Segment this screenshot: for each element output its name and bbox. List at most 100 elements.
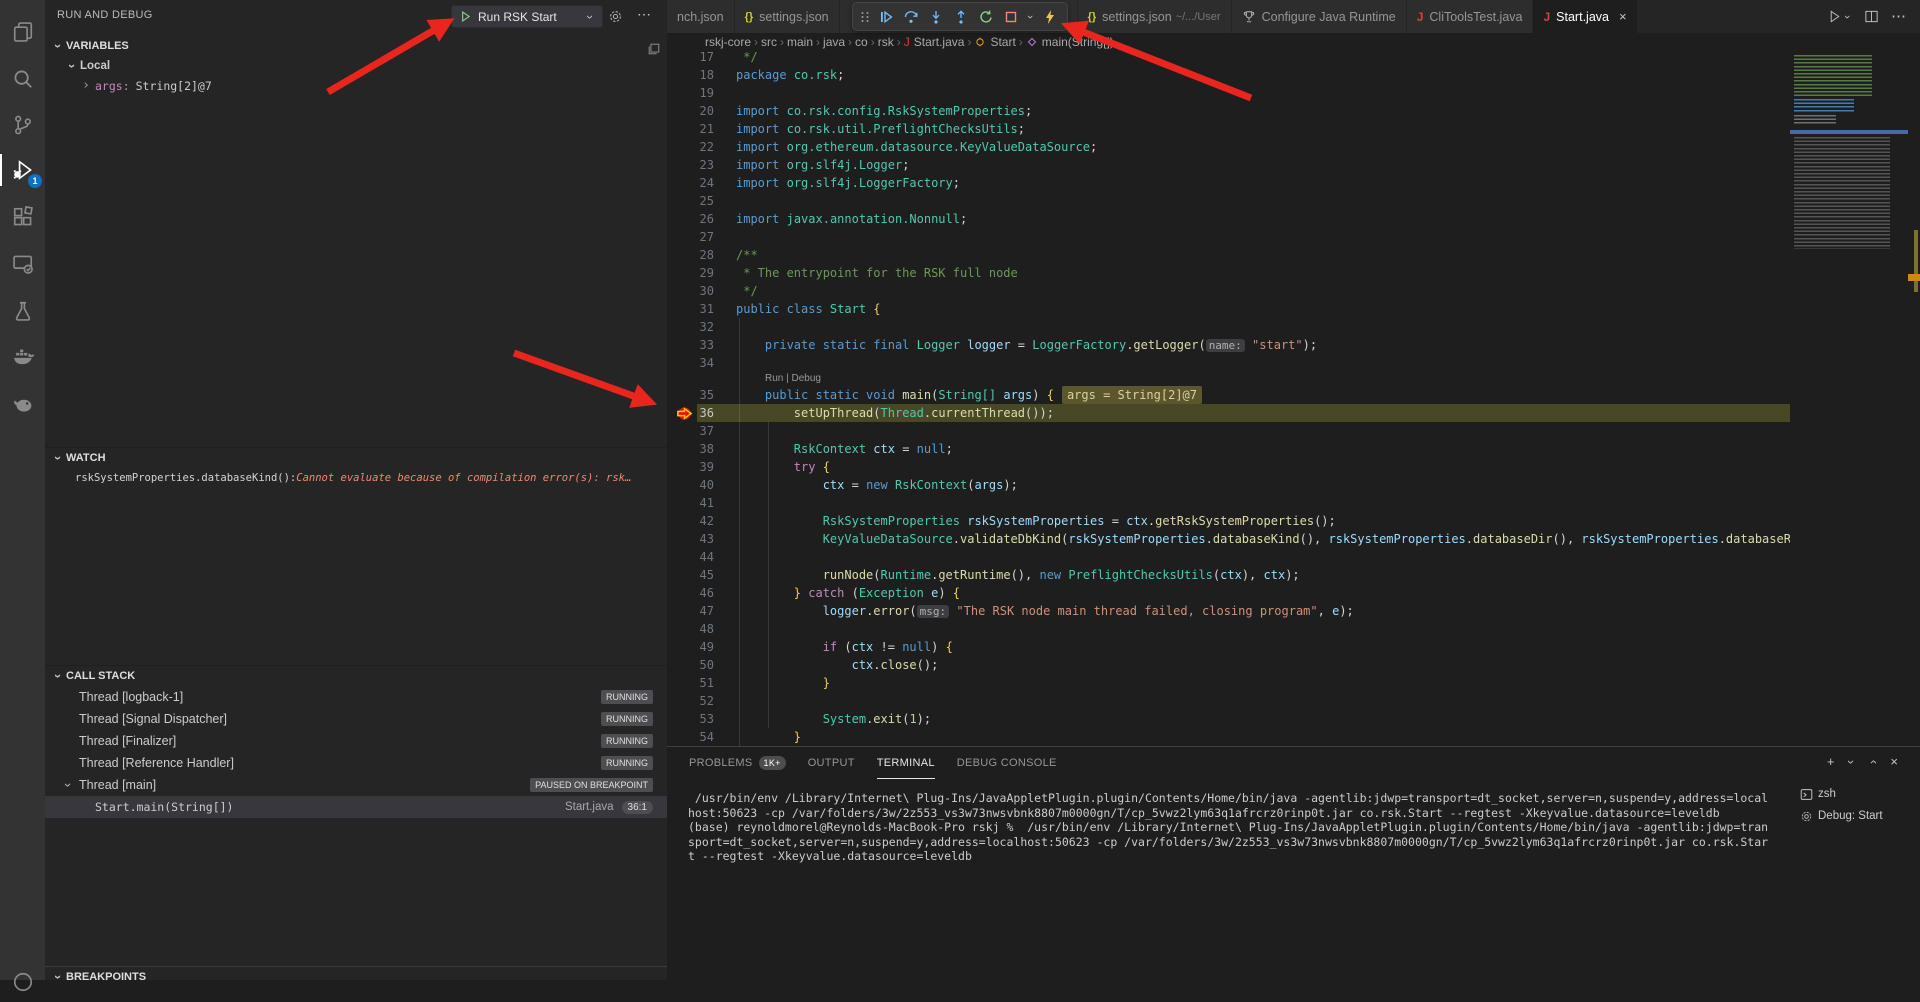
breadcrumb-item[interactable]: Start xyxy=(974,35,1015,49)
code-line[interactable]: 42 RskSystemProperties rskSystemProperti… xyxy=(667,512,1790,530)
code-line[interactable]: 53 System.exit(1); xyxy=(667,710,1790,728)
activity-item-testing[interactable] xyxy=(0,291,45,331)
maximize-panel-icon[interactable]: › xyxy=(1866,757,1880,767)
thread-row[interactable]: Thread [Reference Handler]RUNNING xyxy=(45,752,667,774)
stop-icon[interactable] xyxy=(998,5,1023,29)
code-line[interactable]: 17 */ xyxy=(667,51,1790,66)
activity-item-remote-explorer[interactable] xyxy=(0,244,45,284)
activity-item-search[interactable] xyxy=(0,59,45,99)
step-out-icon[interactable] xyxy=(948,5,973,29)
thread-row[interactable]: Thread [Signal Dispatcher]RUNNING xyxy=(45,708,667,730)
panel-tab-terminal[interactable]: TERMINAL xyxy=(877,747,935,779)
code-line[interactable]: 40 ctx = new RskContext(args); xyxy=(667,476,1790,494)
code-line[interactable]: 31public class Start { xyxy=(667,300,1790,318)
terminal-chevron-icon[interactable]: › xyxy=(1844,757,1858,767)
code-line[interactable]: 29 * The entrypoint for the RSK full nod… xyxy=(667,264,1790,282)
code-line[interactable]: 45 runNode(Runtime.getRuntime(), new Pre… xyxy=(667,566,1790,584)
code-line[interactable]: 20import co.rsk.config.RskSystemProperti… xyxy=(667,102,1790,120)
code-line[interactable]: 33 private static final Logger logger = … xyxy=(667,336,1790,354)
activity-item-docker[interactable] xyxy=(0,337,45,377)
breakpoints-header[interactable]: ›BREAKPOINTS xyxy=(45,967,667,980)
code-line[interactable]: 48 xyxy=(667,620,1790,638)
code-line[interactable]: 27 xyxy=(667,228,1790,246)
restart-icon[interactable] xyxy=(973,5,998,29)
watch-expression[interactable]: rskSystemProperties.databaseKind(): Cann… xyxy=(45,468,667,488)
code-line[interactable]: 39 try { xyxy=(667,458,1790,476)
close-panel-icon[interactable]: × xyxy=(1890,755,1898,769)
code-line[interactable]: 25 xyxy=(667,192,1790,210)
code-line[interactable]: 21import co.rsk.util.PreflightChecksUtil… xyxy=(667,120,1790,138)
breadcrumb-item[interactable]: java xyxy=(823,35,845,49)
variables-header[interactable]: ›VARIABLES xyxy=(45,36,667,56)
code-line[interactable]: 37 xyxy=(667,422,1790,440)
continue-icon[interactable] xyxy=(873,5,898,29)
activity-item-source-control[interactable] xyxy=(0,105,45,145)
breadcrumb-item[interactable]: main(String[]) xyxy=(1026,35,1114,49)
code-line[interactable]: 49 if (ctx != null) { xyxy=(667,638,1790,656)
tab-settings-json[interactable]: {}settings.json~/.../User xyxy=(1078,0,1232,33)
start-debug-icon[interactable] xyxy=(459,10,472,23)
panel-tab-debug-console[interactable]: DEBUG CONSOLE xyxy=(957,748,1057,779)
run-config-label[interactable]: Run RSK Start xyxy=(478,10,557,24)
code-line[interactable]: 30 */ xyxy=(667,282,1790,300)
thread-row[interactable]: Thread [Finalizer]RUNNING xyxy=(45,730,667,752)
stop-chevron-icon[interactable]: › xyxy=(1023,5,1037,29)
activity-item-run-and-debug[interactable]: 1 xyxy=(0,150,45,190)
code-line[interactable]: 23import org.slf4j.Logger; xyxy=(667,156,1790,174)
terminal-session-debug-start[interactable]: Debug: Start xyxy=(1800,805,1916,827)
code-line[interactable]: 22import org.ethereum.datasource.KeyValu… xyxy=(667,138,1790,156)
step-into-icon[interactable] xyxy=(923,5,948,29)
variable-args[interactable]: › args: String[2]@7 xyxy=(45,76,667,96)
code-line[interactable]: 26import javax.annotation.Nonnull; xyxy=(667,210,1790,228)
code-line[interactable]: 38 RskContext ctx = null; xyxy=(667,440,1790,458)
activity-item-gradle[interactable] xyxy=(0,384,45,424)
chevron-down-icon[interactable]: › xyxy=(585,12,595,22)
split-editor-icon[interactable] xyxy=(1864,9,1879,24)
tab-nch-json[interactable]: nch.json xyxy=(667,0,735,33)
code-line[interactable]: 43 KeyValueDataSource.validateDbKind(rsk… xyxy=(667,530,1790,548)
run-java-button[interactable]: › xyxy=(1827,9,1852,24)
code-line[interactable]: 19 xyxy=(667,84,1790,102)
code-line[interactable]: 36 setUpThread(Thread.currentThread()); xyxy=(667,404,1790,422)
code-line[interactable]: 50 ctx.close(); xyxy=(667,656,1790,674)
breadcrumb-item[interactable]: rsk xyxy=(878,35,894,49)
more-actions-icon[interactable]: ⋯ xyxy=(637,6,651,23)
activity-item-extensions[interactable] xyxy=(0,197,45,237)
code-line[interactable]: 41 xyxy=(667,494,1790,512)
thread-row[interactable]: Thread [logback-1]RUNNING xyxy=(45,686,667,708)
watch-header[interactable]: ›WATCH xyxy=(45,448,667,468)
code-line[interactable]: 52 xyxy=(667,692,1790,710)
breadcrumb-item[interactable]: rskj-core xyxy=(705,35,751,49)
tab-configure-java-runtime[interactable]: Configure Java Runtime xyxy=(1232,0,1407,33)
breadcrumb-item[interactable]: co xyxy=(855,35,868,49)
codelens-run-debug[interactable]: Run | Debug xyxy=(667,372,1790,386)
code-line[interactable]: 18package co.rsk; xyxy=(667,66,1790,84)
run-config-dropdown[interactable]: Run RSK Start › xyxy=(451,5,603,28)
code-line[interactable]: 35 public static void main(String[] args… xyxy=(667,386,1790,404)
code-editor[interactable]: 17 */18package co.rsk;1920import co.rsk.… xyxy=(667,51,1790,746)
terminal-session-zsh[interactable]: zsh xyxy=(1800,783,1916,805)
tab-start-java[interactable]: JStart.java× xyxy=(1533,0,1637,33)
code-line[interactable]: 54 } xyxy=(667,728,1790,746)
code-line[interactable]: 47 logger.error(msg: "The RSK node main … xyxy=(667,602,1790,620)
breadcrumb-item[interactable]: src xyxy=(761,35,777,49)
gear-icon[interactable] xyxy=(608,9,623,24)
panel-tab-problems[interactable]: PROBLEMS1K+ xyxy=(689,748,786,779)
variables-scope-local[interactable]: ›Local xyxy=(45,56,667,76)
call-stack-header[interactable]: ›CALL STACK xyxy=(45,666,667,686)
stack-frame-row[interactable]: Start.main(String[]) Start.java 36:1 xyxy=(45,796,667,818)
code-line[interactable]: 32 xyxy=(667,318,1790,336)
breadcrumb-item[interactable]: main xyxy=(787,35,813,49)
tab-settings-json[interactable]: {}settings.json xyxy=(735,0,840,33)
more-actions-icon[interactable]: ⋯ xyxy=(1891,12,1906,22)
activity-item-explorer[interactable] xyxy=(0,12,45,52)
minimap[interactable] xyxy=(1790,33,1908,746)
code-line[interactable]: 46 } catch (Exception e) { xyxy=(667,584,1790,602)
code-line[interactable]: 24import org.slf4j.LoggerFactory; xyxy=(667,174,1790,192)
code-line[interactable]: 34 xyxy=(667,354,1790,372)
thread-row[interactable]: ›Thread [main]PAUSED ON BREAKPOINT xyxy=(45,774,667,796)
code-line[interactable]: 51 } xyxy=(667,674,1790,692)
panel-tab-output[interactable]: OUTPUT xyxy=(808,748,855,779)
step-over-icon[interactable] xyxy=(898,5,923,29)
tab-clitoolstest-java[interactable]: JCliToolsTest.java xyxy=(1407,0,1534,33)
